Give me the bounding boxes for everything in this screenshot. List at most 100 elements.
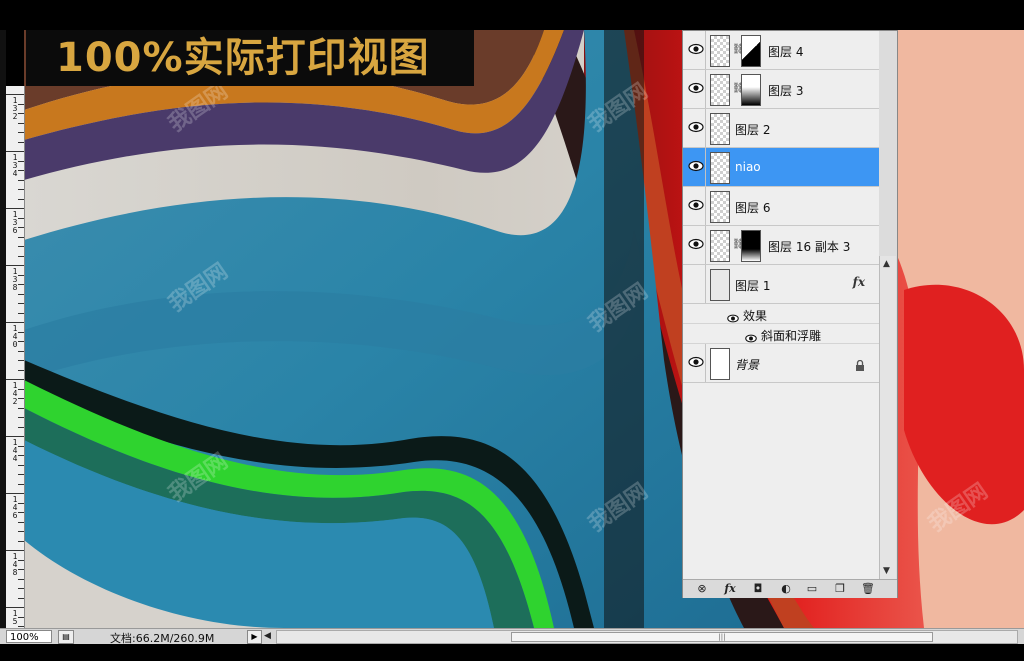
ruler-minor-tick (18, 350, 24, 352)
layer-row[interactable]: 背景 (683, 344, 879, 383)
effects-row[interactable]: 效果 (683, 304, 879, 324)
layer-name[interactable]: 图层 3 (768, 82, 803, 99)
ruler-minor-tick (18, 160, 24, 162)
layer-thumbnail[interactable] (710, 269, 730, 301)
layer-name[interactable]: 图层 2 (735, 121, 770, 138)
layer-row[interactable]: 图层 6 (683, 187, 879, 226)
scroll-left-icon[interactable]: ◀ (264, 631, 271, 641)
row-divider (705, 31, 706, 69)
layer-thumbnail[interactable] (710, 348, 730, 380)
ruler-tick (6, 550, 24, 551)
ruler-label: 1 3 4 (12, 153, 18, 178)
bottom-bar (0, 644, 1024, 661)
layer-row[interactable]: 图层 2 (683, 109, 879, 148)
layer-row[interactable]: ⛓ 图层 3 (683, 70, 879, 109)
layer-mask-thumbnail[interactable] (741, 35, 761, 67)
folder-icon[interactable]: ▭ (805, 582, 819, 596)
row-divider (705, 109, 706, 147)
layer-mask-thumbnail[interactable] (741, 230, 761, 262)
layers-footer: ⊗ fx ◘ ◐ ▭ ❐ 🗑 (683, 579, 897, 598)
ruler-minor-tick (18, 398, 24, 399)
layer-row[interactable]: ⛓ 图层 16 副本 3 (683, 226, 879, 265)
effect-item-label: 斜面和浮雕 (761, 329, 822, 343)
ruler-minor-tick (18, 170, 24, 171)
ruler-minor-tick (18, 559, 24, 561)
ruler-minor-tick (18, 512, 24, 513)
status-arrow-icon[interactable]: ▶ (247, 630, 262, 644)
layer-thumbnail[interactable] (710, 74, 730, 106)
ruler-label: 1 3 2 (12, 96, 18, 121)
layer-name[interactable]: 图层 6 (735, 199, 770, 216)
ruler-minor-tick (18, 360, 24, 361)
scroll-down-icon[interactable]: ▼ (883, 566, 890, 576)
visibility-eye-icon[interactable] (688, 238, 704, 252)
ruler-minor-tick (18, 189, 24, 190)
status-bar: 100% ▤ 文档:66.2M/260.9M ▶ ◀ ||| (0, 628, 1024, 645)
layer-name[interactable]: 图层 4 (768, 43, 803, 60)
layer-row[interactable]: ⛓ 图层 4 (683, 31, 879, 70)
layer-mask-thumbnail[interactable] (741, 74, 761, 106)
ruler-minor-tick (18, 626, 24, 627)
visibility-eye-icon[interactable] (688, 356, 704, 370)
ruler-minor-tick (18, 540, 24, 542)
ruler-minor-tick (18, 588, 24, 589)
layer-row[interactable]: niao (683, 148, 879, 187)
visibility-eye-icon[interactable] (688, 199, 704, 213)
ruler-minor-tick (18, 236, 24, 238)
visibility-eye-icon[interactable] (688, 43, 704, 57)
ruler-label: 1 3 8 (12, 267, 18, 292)
ruler-minor-tick (18, 369, 24, 371)
ruler-tick (6, 607, 24, 608)
ruler-minor-tick (18, 474, 24, 475)
layers-panel: ⛓ 图层 4 ⛓ 图层 3 图层 2 niao 图层 6 ⛓ 图层 16 副本 3 图层 1 fx 效… (682, 30, 898, 598)
scroll-up-icon[interactable]: ▲ (883, 259, 890, 269)
vertical-ruler[interactable]: 1 3 2 1 3 4 1 3 6 1 3 8 1 4 0 1 4 2 1 4 4 1 4 6… (6, 86, 25, 656)
adjustment-icon[interactable]: ◐ (779, 582, 793, 596)
horizontal-scrollbar[interactable]: ||| (276, 630, 1018, 644)
effect-item-row[interactable]: 斜面和浮雕 (683, 324, 879, 344)
status-menu-icon[interactable]: ▤ (58, 630, 74, 644)
ruler-tick (6, 493, 24, 494)
ruler-minor-tick (18, 274, 24, 276)
ruler-tick (6, 151, 24, 152)
visibility-eye-icon[interactable] (688, 160, 704, 174)
layer-thumbnail[interactable] (710, 35, 730, 67)
layer-name[interactable]: 图层 16 副本 3 (768, 238, 850, 255)
layer-name[interactable]: niao (735, 160, 761, 174)
layer-thumbnail[interactable] (710, 113, 730, 145)
visibility-eye-icon[interactable] (688, 277, 704, 291)
visibility-eye-icon[interactable] (688, 121, 704, 135)
row-divider (705, 344, 706, 382)
link-icon[interactable]: ⊗ (695, 582, 709, 596)
trash-icon[interactable]: 🗑 (861, 582, 875, 596)
zoom-field[interactable]: 100% (6, 630, 52, 643)
lock-icon (855, 356, 865, 371)
visibility-eye-icon[interactable] (688, 82, 704, 96)
layer-thumbnail[interactable] (710, 230, 730, 262)
fx-icon[interactable]: fx (723, 582, 737, 596)
layer-name[interactable]: 背景 (735, 356, 759, 373)
layer-row[interactable]: 图层 1 fx (683, 265, 879, 304)
ruler-label: 1 4 2 (12, 381, 18, 406)
ruler-minor-tick (18, 502, 24, 504)
layers-list: ⛓ 图层 4 ⛓ 图层 3 图层 2 niao 图层 6 ⛓ 图层 16 副本 3 图层 1 fx 效… (683, 31, 879, 579)
row-divider (705, 187, 706, 225)
ruler-minor-tick (18, 113, 24, 114)
layers-scrollbar[interactable]: ▲ ▼ (879, 256, 896, 579)
fx-badge-icon[interactable]: fx (853, 275, 865, 289)
ruler-minor-tick (18, 578, 24, 580)
ruler-minor-tick (18, 616, 24, 618)
horizontal-scroll-thumb[interactable]: ||| (511, 632, 933, 642)
ruler-tick (6, 94, 24, 95)
layer-thumbnail[interactable] (710, 191, 730, 223)
ruler-label: 1 4 0 (12, 324, 18, 349)
layer-thumbnail[interactable] (710, 152, 730, 184)
row-divider (705, 226, 706, 264)
ruler-minor-tick (18, 417, 24, 418)
mask-icon[interactable]: ◘ (751, 582, 765, 596)
layer-name[interactable]: 图层 1 (735, 277, 770, 294)
ruler-minor-tick (18, 303, 24, 304)
title-banner-text: 100%实际打印视图 (56, 35, 430, 81)
new-layer-icon[interactable]: ❐ (833, 582, 847, 596)
ruler-minor-tick (18, 141, 24, 143)
